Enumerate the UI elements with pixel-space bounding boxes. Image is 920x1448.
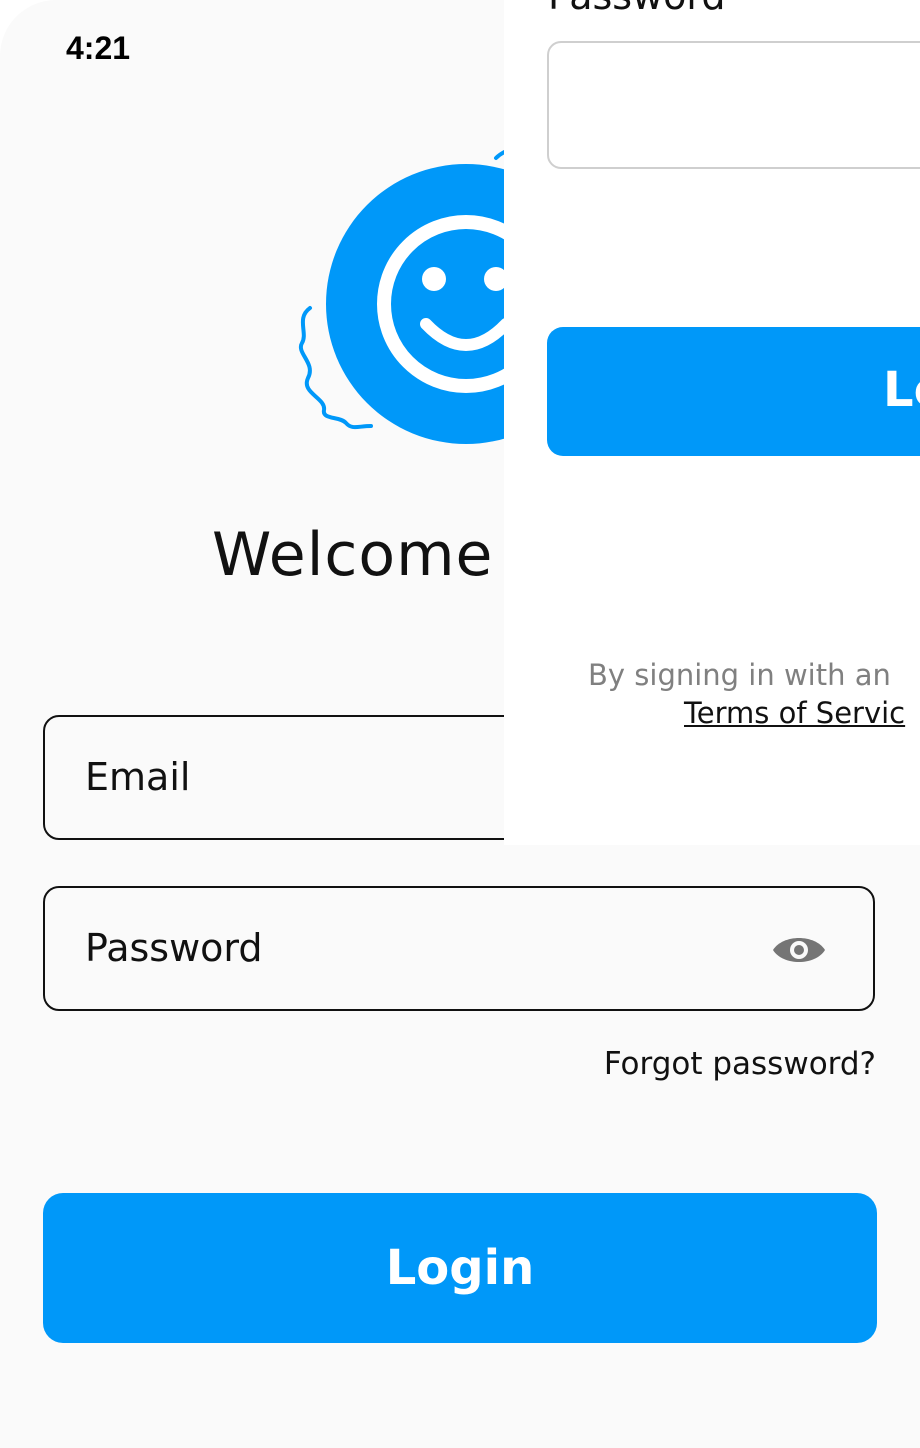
forgot-password-link[interactable]: Forgot password? <box>604 1046 876 1082</box>
email-placeholder: Email <box>85 755 191 799</box>
terms-of-service-link[interactable]: Terms of Servic <box>684 696 905 730</box>
password-field[interactable]: Password <box>43 886 875 1011</box>
overlay-password-input[interactable] <box>547 41 920 169</box>
login-button[interactable]: Login <box>43 1193 877 1343</box>
password-placeholder: Password <box>85 926 263 970</box>
overlay-login-button[interactable]: Lo <box>547 327 920 456</box>
status-bar-time: 4:21 <box>66 30 131 66</box>
overlay-login-panel: Password Lo By signing in with an Terms … <box>504 0 920 845</box>
overlay-legal-text: By signing in with an <box>588 658 891 692</box>
overlay-password-label: Password <box>548 0 726 18</box>
overlay-login-button-label: Lo <box>883 362 920 418</box>
eye-icon[interactable] <box>771 930 827 970</box>
welcome-heading: Welcome <box>212 520 494 590</box>
